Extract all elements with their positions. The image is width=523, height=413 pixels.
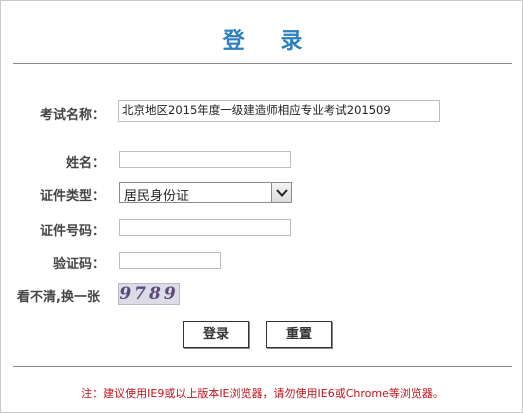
name-field[interactable] <box>119 151 291 168</box>
login-button[interactable]: 登录 <box>183 321 249 348</box>
reset-button[interactable]: 重置 <box>266 321 332 348</box>
id-number-field[interactable] <box>119 219 291 236</box>
chevron-down-icon[interactable] <box>271 183 291 202</box>
login-panel: 登 录 考试名称： 北京地区2015年度一级建造师相应专业考试201509 姓名… <box>0 0 523 413</box>
page-title: 登 录 <box>222 29 317 54</box>
top-divider <box>13 63 512 64</box>
bottom-divider <box>13 366 512 367</box>
id-type-select[interactable]: 居民身份证 <box>119 182 292 204</box>
captcha-field[interactable] <box>119 252 221 269</box>
name-label: 姓名： <box>65 156 105 171</box>
exam-name-field[interactable]: 北京地区2015年度一级建造师相应专业考试201509 <box>118 100 440 122</box>
id-type-label: 证件类型： <box>39 189 105 204</box>
captcha-label: 验证码： <box>52 257 105 272</box>
exam-name-label: 考试名称： <box>39 108 105 123</box>
browser-note: 注：建议使用IE9或以上版本IE浏览器，请勿使用IE6或Chrome等浏览器。 <box>81 387 444 400</box>
id-number-label: 证件号码： <box>39 224 105 239</box>
refresh-captcha-link[interactable]: 看不清,换一张 <box>17 286 107 305</box>
captcha-image[interactable]: 9789 <box>118 283 180 305</box>
id-type-value: 居民身份证 <box>124 189 190 204</box>
